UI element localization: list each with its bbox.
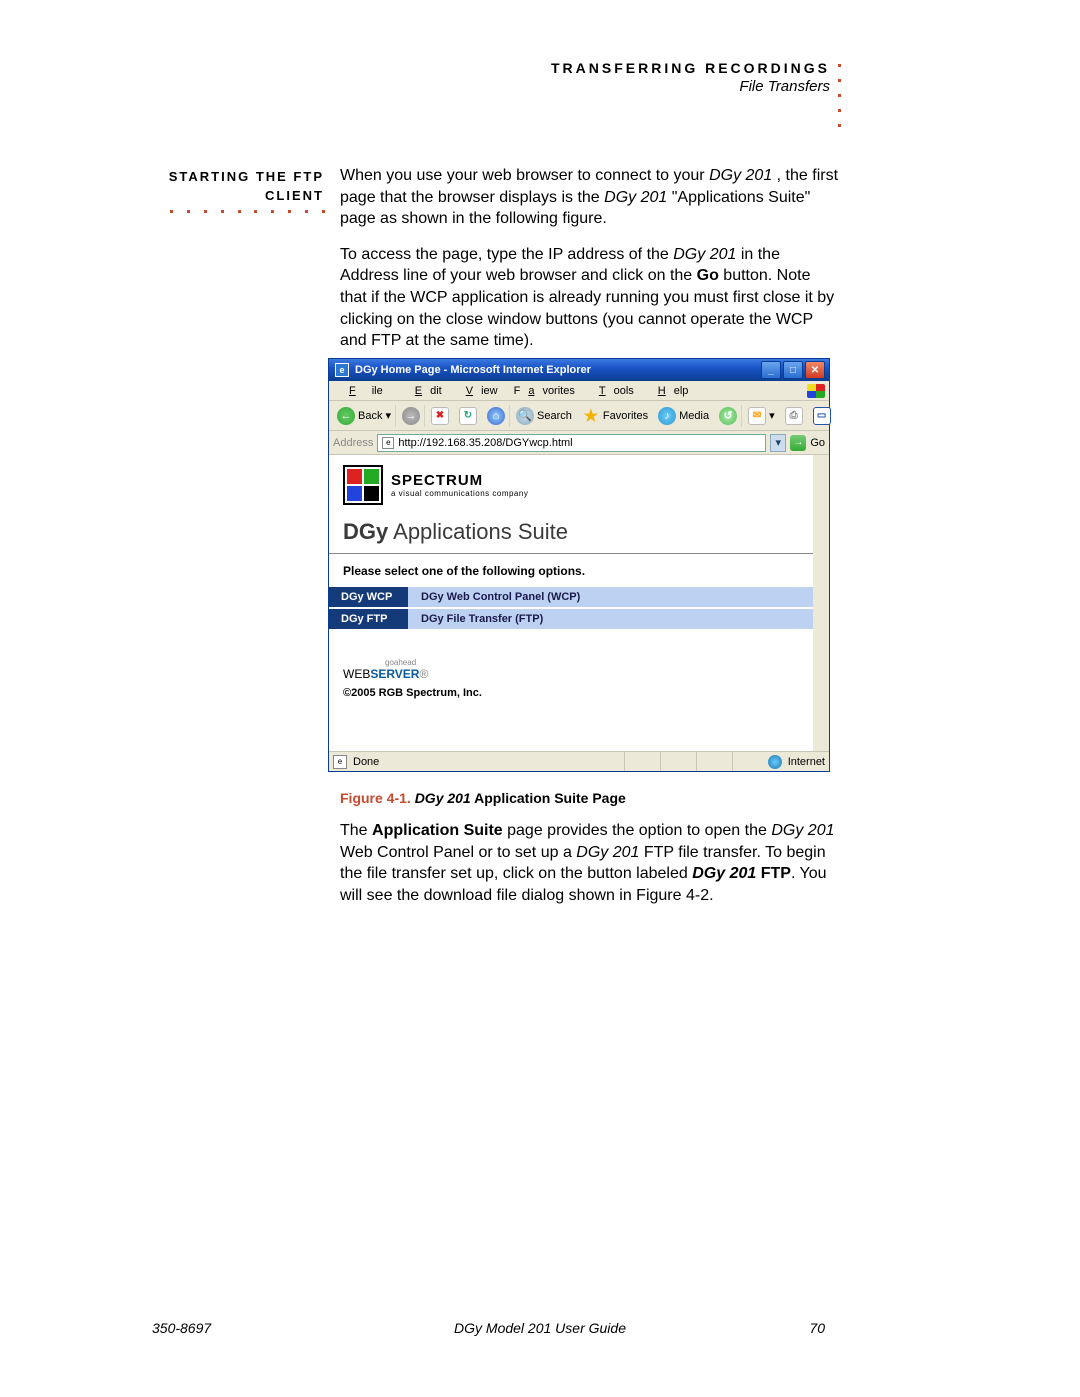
- decorative-dots-vertical: [838, 64, 842, 139]
- refresh-button[interactable]: ↻: [455, 405, 481, 427]
- margin-heading-line2: CLIENT: [265, 188, 324, 203]
- mail-button[interactable]: ✉▾: [744, 405, 779, 427]
- option-row-ftp: DGy FTP DGy File Transfer (FTP): [329, 608, 813, 630]
- search-icon: 🔍: [516, 407, 534, 425]
- prompt-text: Please select one of the following optio…: [329, 564, 813, 586]
- stop-icon: ✖: [431, 407, 449, 425]
- page-viewport: SPECTRUM a visual communications company…: [329, 455, 829, 751]
- logo-tagline: a visual communications company: [391, 489, 528, 498]
- page-favicon: e: [382, 437, 394, 449]
- decorative-dots-horizontal: [170, 210, 325, 213]
- header-section: File Transfers: [739, 78, 830, 95]
- header-chapter: TRANSFERRING RECORDINGS: [551, 60, 830, 76]
- history-button[interactable]: ↺: [715, 405, 742, 427]
- webserver-badge: goahead WEBSERVER®: [329, 630, 813, 681]
- document-page: TRANSFERRING RECORDINGS File Transfers S…: [0, 0, 1080, 1397]
- logo-text: SPECTRUM: [391, 472, 528, 489]
- minimize-button[interactable]: _: [761, 361, 781, 379]
- copyright-text: ©2005 RGB Spectrum, Inc.: [329, 681, 813, 699]
- media-icon: ♪: [658, 407, 676, 425]
- go-icon: →: [790, 435, 806, 451]
- option-row-wcp: DGy WCP DGy Web Control Panel (WCP): [329, 586, 813, 608]
- divider: [329, 553, 813, 554]
- ftp-link[interactable]: DGy FTP: [329, 609, 409, 629]
- ie-logo-icon: e: [335, 363, 349, 377]
- menu-file[interactable]: File: [333, 385, 399, 397]
- screenshot-ie-window: e DGy Home Page - Microsoft Internet Exp…: [328, 358, 830, 772]
- edit-button[interactable]: ▭: [809, 405, 835, 427]
- status-zone: Internet: [788, 756, 825, 768]
- wcp-link[interactable]: DGy WCP: [329, 587, 409, 607]
- home-button[interactable]: ⌂: [483, 405, 510, 427]
- back-icon: ←: [337, 407, 355, 425]
- paragraph-2: To access the page, type the IP address …: [340, 244, 840, 352]
- body-text: When you use your web browser to connect…: [340, 165, 840, 366]
- history-icon: ↺: [719, 407, 737, 425]
- print-icon: ⎙: [785, 407, 803, 425]
- figure-caption: Figure 4-1. DGy 201 Application Suite Pa…: [340, 790, 626, 806]
- status-done: Done: [353, 756, 379, 768]
- window-titlebar[interactable]: e DGy Home Page - Microsoft Internet Exp…: [329, 359, 829, 381]
- footer-page-number: 70: [809, 1320, 825, 1336]
- address-dropdown[interactable]: ▾: [770, 434, 786, 452]
- address-label: Address: [333, 437, 373, 449]
- window-title: DGy Home Page - Microsoft Internet Explo…: [355, 364, 761, 376]
- rgb-spectrum-logo: SPECTRUM a visual communications company: [329, 455, 813, 511]
- address-field[interactable]: e http://192.168.35.208/DGYwcp.html: [377, 434, 766, 452]
- ftp-desc: DGy File Transfer (FTP): [409, 609, 555, 629]
- print-button[interactable]: ⎙: [781, 405, 807, 427]
- home-icon: ⌂: [487, 407, 505, 425]
- window-controls: _ □ ✕: [761, 361, 825, 379]
- paragraph-3: The Application Suite page provides the …: [340, 820, 840, 906]
- forward-button[interactable]: →: [398, 405, 425, 427]
- status-bar: e Done Internet: [329, 751, 829, 771]
- app-suite-title: DGy Applications Suite: [329, 511, 813, 549]
- menu-view[interactable]: View: [450, 385, 506, 397]
- menu-tools[interactable]: Tools: [583, 385, 642, 397]
- menubar: File Edit View Favorites Tools Help: [329, 381, 829, 401]
- stop-button[interactable]: ✖: [427, 405, 453, 427]
- page-footer: 350-8697 DGy Model 201 User Guide 70: [0, 1320, 1080, 1336]
- mail-icon: ✉: [748, 407, 766, 425]
- menu-edit[interactable]: Edit: [399, 385, 450, 397]
- body-text-2: The Application Suite page provides the …: [340, 820, 840, 906]
- search-button[interactable]: 🔍Search: [512, 405, 576, 427]
- menu-favorites[interactable]: Favorites: [506, 385, 583, 397]
- maximize-button[interactable]: □: [783, 361, 803, 379]
- margin-heading: STARTING THE FTP CLIENT: [158, 168, 324, 206]
- windows-flag-icon: [807, 384, 825, 398]
- refresh-icon: ↻: [459, 407, 477, 425]
- go-button[interactable]: → Go: [790, 435, 825, 451]
- edit-icon: ▭: [813, 407, 831, 425]
- menu-help[interactable]: Help: [642, 385, 697, 397]
- toolbar: ←Back ▾ → ✖ ↻ ⌂ 🔍Search ★Favorites ♪Medi…: [329, 401, 829, 431]
- address-bar: Address e http://192.168.35.208/DGYwcp.h…: [329, 431, 829, 455]
- star-icon: ★: [582, 407, 600, 425]
- page-status-icon: e: [333, 755, 347, 769]
- back-button[interactable]: ←Back ▾: [333, 405, 396, 427]
- address-url: http://192.168.35.208/DGYwcp.html: [398, 437, 572, 449]
- internet-zone-icon: [768, 755, 782, 769]
- rgb-logo-icon: [343, 465, 383, 505]
- favorites-button[interactable]: ★Favorites: [578, 405, 652, 427]
- forward-icon: →: [402, 407, 420, 425]
- paragraph-1: When you use your web browser to connect…: [340, 165, 840, 230]
- goahead-label: goahead: [343, 658, 813, 667]
- wcp-desc: DGy Web Control Panel (WCP): [409, 587, 592, 607]
- footer-left: 350-8697: [152, 1320, 211, 1336]
- margin-heading-line1: STARTING THE FTP: [169, 169, 324, 184]
- media-button[interactable]: ♪Media: [654, 405, 713, 427]
- close-button[interactable]: ✕: [805, 361, 825, 379]
